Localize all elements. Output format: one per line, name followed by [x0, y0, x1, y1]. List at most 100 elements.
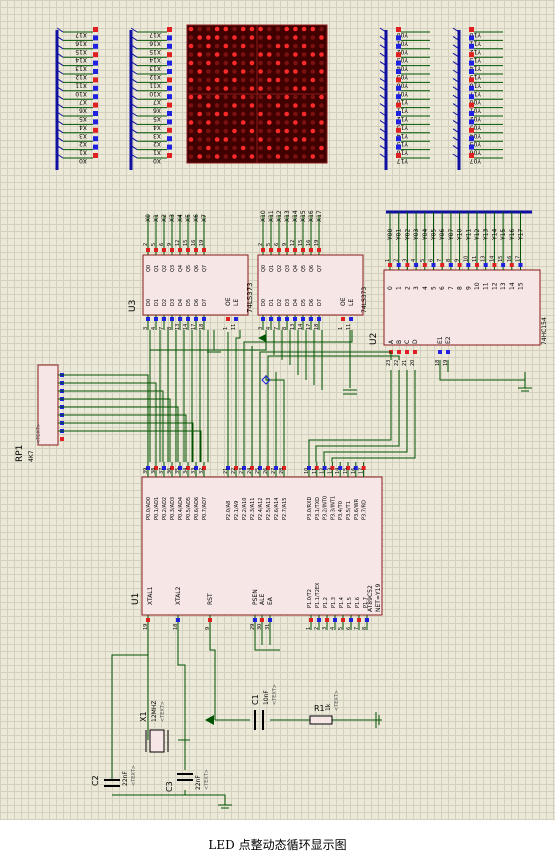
- r1-value: 1k: [325, 703, 332, 711]
- led-dot: [223, 154, 229, 159]
- u1-port3-label: P3.4/T0: [338, 501, 344, 520]
- led-dot: [301, 120, 307, 125]
- u3-q-pin: [178, 248, 182, 252]
- u1-port1-label: P1.1/T2EX: [315, 582, 321, 608]
- led-dot: [293, 26, 298, 32]
- led-dot: [223, 43, 229, 49]
- u2-decoder[interactable]: 1Y0002Y0113Y0224Y0335Y0446Y0557Y0668Y077…: [369, 210, 548, 366]
- u4-net-label: X17: [316, 210, 323, 222]
- led-dot: [214, 154, 220, 159]
- led-dot: [188, 137, 194, 142]
- led-dot: [293, 111, 298, 117]
- u1-bottom-pin: [260, 618, 264, 622]
- u3-net-label: X7: [201, 214, 208, 222]
- matrix-left-a-label: X7: [79, 98, 87, 105]
- u1-top-pin-number: 24: [247, 468, 253, 474]
- u1-port3-label: P3.3/INT1: [330, 496, 336, 520]
- matrix-left-a-pin: [93, 52, 98, 58]
- led-dot: [223, 120, 229, 125]
- u4-d-pin: [293, 317, 297, 321]
- led-dot: [197, 86, 202, 91]
- led-dot: [223, 128, 229, 134]
- u1-bottom-pin-number: 2: [314, 627, 320, 630]
- u4-d-label: D7: [317, 299, 323, 306]
- led-dot: [284, 154, 290, 159]
- led-dot: [258, 60, 263, 66]
- u2-net-label: Y16: [509, 229, 516, 241]
- matrix-left-b-label: X2: [153, 140, 161, 147]
- led-dot: [319, 35, 324, 40]
- led-dot: [188, 43, 194, 49]
- u4-bottom-pin-number: 14: [298, 324, 304, 330]
- u2-input-label: B: [396, 340, 403, 344]
- u1-port3-label: P3.7/RD: [362, 500, 368, 520]
- u4-net-label: X14: [292, 210, 299, 222]
- led-dot: [232, 94, 237, 100]
- matrix-left-b-pin: [167, 27, 172, 32]
- u2-net-label: Y05: [431, 229, 438, 241]
- u1-top-pin-number: 39: [143, 468, 149, 474]
- led-dot: [319, 26, 324, 32]
- c2-text: <TEXT>: [131, 765, 137, 786]
- led-dot: [310, 60, 316, 66]
- u3-d-pin: [162, 317, 166, 321]
- led-dot: [310, 69, 316, 74]
- u4-q-label: Q2: [277, 265, 283, 272]
- u2-enable-label: E2: [445, 336, 452, 344]
- led-dot: [275, 35, 281, 40]
- led-dot: [206, 69, 211, 74]
- u4-q-label: Q7: [317, 265, 323, 272]
- matrix-bus-right-b: Y10Y11Y12Y13Y14Y15Y16Y17Y00Y01Y02Y03Y04Y…: [452, 27, 503, 170]
- led-dot: [232, 137, 237, 142]
- u2-out-pin: [414, 263, 419, 267]
- led-dot: [293, 154, 298, 159]
- u1-bottom-pin-number: 6: [346, 627, 352, 630]
- led-dot: [293, 43, 298, 49]
- u3-oe-pin: [226, 317, 230, 321]
- u1-mcu[interactable]: 39 38 37 36 35 34 33 32 21 22 23 24 25 26 27 28 10 11 12 13…: [131, 462, 383, 630]
- rp1-resistor-pack[interactable]: RP1 4K7 <TEXT>: [15, 364, 64, 462]
- matrix-left-b-pin: [167, 69, 172, 74]
- led-dot: [258, 154, 263, 159]
- u3-bottom-pin-number: 13: [175, 324, 181, 330]
- led-dot: [319, 52, 324, 57]
- u4-latch[interactable]: 2 Q0 X10 D0 3 5 Q1 X11 D1 4 6 Q2 X12 D2 7 9 Q3 X13 D3 8 12 Q4…: [246, 210, 368, 330]
- u2-top-pin-number: 6: [429, 259, 435, 262]
- u3-q-label: Q0: [146, 265, 152, 272]
- u3-latch[interactable]: 2 Q0 X0 D0 3 5 Q1 X1 D1 4 6 Q2 X2 D2 7 9 Q3 X3 D3 8 12 Q4 X4 D4…: [128, 214, 249, 330]
- matrix-left-b-label: X14: [149, 56, 161, 63]
- schematic-canvas: X17X16X15X14X13X12X11X10X7X6X5X4X3X2X1X0…: [15, 24, 548, 809]
- led-dot: [206, 94, 211, 100]
- led-dot: [275, 111, 281, 117]
- led-dot: [301, 145, 307, 151]
- led-dot: [267, 103, 272, 108]
- u2-out-pin: [492, 263, 497, 267]
- u2-enable-pin: [438, 350, 442, 354]
- led-dot: [214, 86, 220, 91]
- u1-bottom-pin-number: 31: [265, 624, 271, 630]
- u2-enable-pin: [446, 350, 450, 354]
- matrix-left-b-label: X12: [149, 73, 161, 80]
- matrix-left-a-pin: [93, 69, 98, 74]
- r1-resistor[interactable]: R1 1k <TEXT>: [309, 690, 340, 725]
- u2-net-label: Y10: [457, 229, 464, 241]
- led-dot: [293, 145, 298, 151]
- led-dot: [258, 120, 263, 125]
- u3-q-label: Q2: [162, 265, 168, 272]
- led-dot: [301, 94, 307, 100]
- matrix-left-a-label: X10: [75, 90, 87, 97]
- c1-capacitor[interactable]: C1 10nF <TEXT>: [251, 684, 278, 730]
- c3-capacitor[interactable]: C3 22nF <TEXT>: [165, 769, 210, 792]
- c2-capacitor[interactable]: C2 22nF <TEXT>: [91, 765, 137, 787]
- led-dot: [275, 26, 281, 32]
- matrix-left-a-pin: [93, 119, 98, 125]
- led-dot: [284, 69, 290, 74]
- led-dot: [310, 154, 316, 159]
- led-dot: [319, 60, 324, 66]
- u1-top-pin-number: 17: [359, 468, 365, 474]
- led-dot: [240, 86, 246, 91]
- led-dot: [275, 52, 281, 57]
- u3-d-label: D4: [178, 299, 184, 306]
- x1-crystal[interactable]: X1 12MHZ <TEXT>: [139, 701, 169, 753]
- led-dot: [249, 26, 255, 32]
